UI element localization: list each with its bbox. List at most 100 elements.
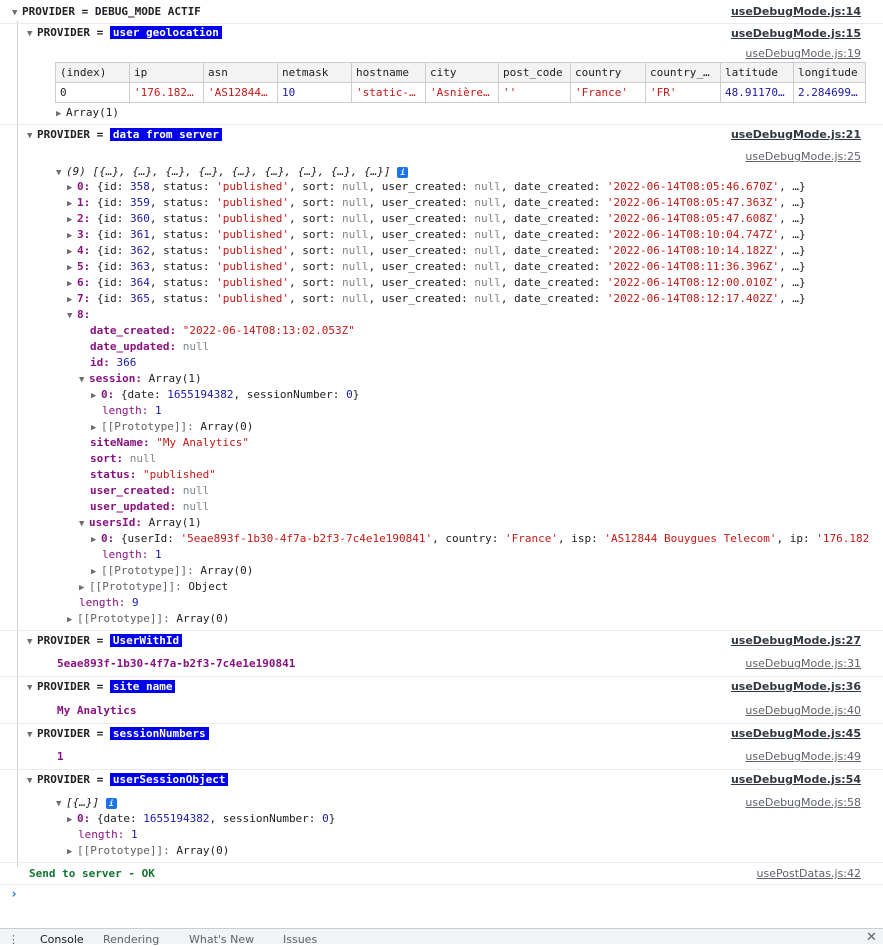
- expand-triangle-icon[interactable]: ▶: [67, 615, 77, 625]
- source-link[interactable]: useDebugMode.js:40: [745, 704, 861, 717]
- drawer-menu-icon[interactable]: ⋮: [8, 933, 19, 946]
- tab-console[interactable]: Console: [40, 933, 84, 946]
- group-debug-mode[interactable]: ▼ PROVIDER = DEBUG_MODE ACTIF useDebugMod…: [0, 4, 883, 22]
- source-link[interactable]: useDebugMode.js:25: [745, 150, 861, 163]
- expand-triangle-icon[interactable]: ▶: [67, 295, 77, 305]
- list-item[interactable]: ▶ 1: {id: 359, status: 'published', sort:…: [67, 196, 806, 209]
- group-geolocation[interactable]: ▼ PROVIDER = user geolocation useDebugMod…: [0, 23, 883, 45]
- item-text: , sort:: [288, 196, 342, 209]
- table-header-cell[interactable]: ip: [129, 62, 204, 83]
- table-header-cell[interactable]: hostname: [351, 62, 426, 83]
- source-link[interactable]: useDebugMode.js:31: [745, 657, 861, 670]
- expand-triangle-icon[interactable]: ▼: [27, 683, 37, 693]
- expand-triangle-icon[interactable]: ▶: [67, 263, 77, 273]
- list-item[interactable]: ▶ 3: {id: 361, status: 'published', sort:…: [67, 228, 806, 241]
- expand-triangle-icon[interactable]: ▼: [27, 29, 37, 39]
- expand-triangle-icon[interactable]: ▼: [27, 776, 37, 786]
- expand-triangle-icon[interactable]: ▶: [91, 391, 101, 401]
- list-item[interactable]: ▶ 4: {id: 362, status: 'published', sort:…: [67, 244, 806, 257]
- group-data-from-server[interactable]: ▼ PROVIDER = data from server useDebugMod…: [0, 124, 883, 146]
- info-icon[interactable]: i: [397, 167, 409, 178]
- list-item[interactable]: ▶ 6: {id: 364, status: 'published', sort:…: [67, 276, 806, 289]
- usersid-item-0[interactable]: ▶ 0: {userId: '5eae893f-1b30-4f7a-b2f3-7c…: [91, 532, 869, 545]
- group-userwithid[interactable]: ▼ PROVIDER = UserWithId useDebugMode.js:2…: [0, 630, 883, 652]
- expand-triangle-icon[interactable]: ▼: [27, 730, 37, 740]
- expand-triangle-icon[interactable]: ▶: [67, 215, 77, 225]
- expand-triangle-icon[interactable]: ▼: [27, 637, 37, 647]
- table-header-cell[interactable]: city: [425, 62, 499, 83]
- expand-triangle-icon[interactable]: ▼: [79, 375, 89, 385]
- item-text: , …}: [779, 196, 806, 209]
- group-user-session-object[interactable]: ▼ PROVIDER = userSessionObject useDebugMo…: [0, 769, 883, 791]
- expand-triangle-icon[interactable]: ▼: [67, 311, 77, 321]
- geolocation-table: (index) ip asn netmask hostname city pos…: [55, 62, 866, 103]
- group-session-numbers[interactable]: ▼ PROVIDER = sessionNumbers useDebugMode.…: [0, 723, 883, 745]
- source-link[interactable]: useDebugMode.js:45: [731, 727, 861, 740]
- expand-triangle-icon[interactable]: ▶: [67, 231, 77, 241]
- group-site-name[interactable]: ▼ PROVIDER = site name useDebugMode.js:36: [0, 676, 883, 698]
- expand-triangle-icon[interactable]: ▶: [67, 815, 77, 825]
- item8-prototype[interactable]: ▶ [[Prototype]]: Object: [79, 580, 228, 593]
- item-index: 1:: [77, 196, 91, 209]
- expand-triangle-icon[interactable]: ▶: [91, 423, 101, 433]
- item-status: 'published': [216, 180, 289, 193]
- expand-triangle-icon[interactable]: ▶: [67, 183, 77, 193]
- expand-triangle-icon[interactable]: ▼: [27, 131, 37, 141]
- session-item-0[interactable]: ▶ 0: {date: 1655194382, sessionNumber: 0}: [91, 388, 359, 401]
- table-header-cell[interactable]: post_code: [498, 62, 571, 83]
- table-header-cell[interactable]: country_…: [645, 62, 721, 83]
- expand-triangle-icon[interactable]: ▶: [91, 535, 101, 545]
- expand-triangle-icon[interactable]: ▶: [67, 847, 77, 857]
- server-array-summary[interactable]: ▼ (9) [{…}, {…}, {…}, {…}, {…}, {…}, {…},…: [56, 165, 409, 178]
- array-summary-text: (9) [{…}, {…}, {…}, {…}, {…}, {…}, {…}, …: [66, 165, 391, 178]
- list-item[interactable]: ▶ 7: {id: 365, status: 'published', sort:…: [67, 292, 806, 305]
- session-prototype[interactable]: ▶ [[Prototype]]: Array(0): [91, 420, 253, 433]
- source-link[interactable]: useDebugMode.js:15: [731, 27, 861, 40]
- expand-triangle-icon[interactable]: ▼: [56, 799, 66, 809]
- usersid-prototype[interactable]: ▶ [[Prototype]]: Array(0): [91, 564, 253, 577]
- source-link[interactable]: useDebugMode.js:21: [731, 128, 861, 141]
- tab-issues[interactable]: Issues: [283, 933, 317, 946]
- table-header-cell[interactable]: netmask: [277, 62, 352, 83]
- expand-triangle-icon[interactable]: ▶: [79, 583, 89, 593]
- table-header-cell[interactable]: country: [570, 62, 646, 83]
- console-prompt[interactable]: ›: [0, 884, 883, 928]
- source-link[interactable]: useDebugMode.js:58: [745, 796, 861, 809]
- expand-triangle-icon[interactable]: ▶: [56, 109, 66, 119]
- table-header-cell[interactable]: latitude: [720, 62, 794, 83]
- source-link[interactable]: useDebugMode.js:14: [731, 5, 861, 18]
- session-object-prototype[interactable]: ▶ [[Prototype]]: Array(0): [67, 844, 229, 857]
- table-header-cell[interactable]: asn: [203, 62, 278, 83]
- source-link[interactable]: usePostDatas.js:42: [757, 867, 861, 880]
- source-link[interactable]: useDebugMode.js:19: [745, 47, 861, 60]
- session-object-item-0[interactable]: ▶ 0: {date: 1655194382, sessionNumber: 0}: [67, 812, 335, 825]
- prop-usersid[interactable]: ▼ usersId: Array(1): [79, 516, 202, 529]
- array-summary[interactable]: ▶ Array(1): [56, 106, 119, 119]
- session-array-summary[interactable]: ▼ [{…}] i: [56, 796, 117, 809]
- table-header-cell[interactable]: (index): [55, 62, 130, 83]
- expand-triangle-icon[interactable]: ▶: [67, 199, 77, 209]
- expand-triangle-icon[interactable]: ▼: [56, 168, 66, 178]
- item-status: 'published': [216, 244, 289, 257]
- list-item[interactable]: ▶ 2: {id: 360, status: 'published', sort:…: [67, 212, 806, 225]
- expand-triangle-icon[interactable]: ▶: [67, 279, 77, 289]
- list-item[interactable]: ▶ 5: {id: 363, status: 'published', sort:…: [67, 260, 806, 273]
- source-link[interactable]: useDebugMode.js:49: [745, 750, 861, 763]
- source-link[interactable]: useDebugMode.js:36: [731, 680, 861, 693]
- table-header-cell[interactable]: longitude: [793, 62, 866, 83]
- info-icon[interactable]: i: [105, 798, 117, 809]
- tab-rendering[interactable]: Rendering: [103, 933, 159, 946]
- source-link[interactable]: useDebugMode.js:54: [731, 773, 861, 786]
- expand-triangle-icon[interactable]: ▼: [79, 519, 89, 529]
- expand-triangle-icon[interactable]: ▼: [12, 8, 22, 18]
- list-item[interactable]: ▶ 0: {id: 358, status: 'published', sort:…: [67, 180, 806, 193]
- prop-session[interactable]: ▼ session: Array(1): [79, 372, 202, 385]
- server-array-prototype[interactable]: ▶ [[Prototype]]: Array(0): [67, 612, 229, 625]
- tab-whats-new[interactable]: What's New: [189, 933, 254, 946]
- item-null: null: [341, 180, 369, 193]
- source-link[interactable]: useDebugMode.js:27: [731, 634, 861, 647]
- expand-triangle-icon[interactable]: ▶: [91, 567, 101, 577]
- prop-key: user_created:: [90, 484, 177, 497]
- expanded-item-8[interactable]: ▼ 8:: [67, 308, 90, 321]
- expand-triangle-icon[interactable]: ▶: [67, 247, 77, 257]
